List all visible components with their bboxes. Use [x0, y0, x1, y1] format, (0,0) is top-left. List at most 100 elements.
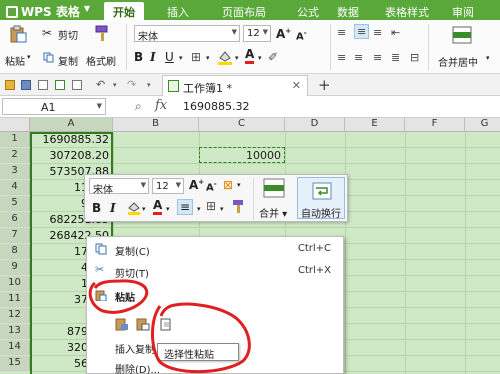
cut-button[interactable]: 剪切 [58, 27, 78, 42]
italic-icon[interactable]: I [150, 50, 156, 64]
cell-c2[interactable]: 10000 [199, 147, 285, 163]
chevron-down-icon[interactable]: ▾ [179, 54, 183, 62]
merge-center-icon[interactable] [263, 178, 285, 198]
select-all-corner[interactable] [0, 118, 30, 132]
align-middle-icon[interactable]: ≡ [354, 24, 370, 39]
formula-input[interactable]: 1690885.32 [183, 100, 249, 113]
bold-icon[interactable]: B [92, 201, 101, 215]
column-header-c[interactable]: C [199, 118, 285, 132]
tab-page-layout[interactable]: 页面布局 [214, 2, 274, 20]
row-header[interactable]: 7 [0, 228, 30, 243]
align-center-icon[interactable]: ≡ [354, 51, 363, 64]
column-header-g[interactable]: G [465, 118, 500, 132]
chevron-down-icon[interactable]: ▾ [206, 54, 210, 62]
chevron-down-icon[interactable]: ▾ [486, 54, 490, 62]
export-pdf-icon[interactable] [55, 80, 65, 90]
borders-icon[interactable]: ⊞ [206, 199, 216, 213]
merge-center-icon[interactable] [452, 26, 472, 44]
row-header[interactable]: 10 [0, 276, 30, 291]
row-header[interactable]: 5 [0, 196, 30, 211]
print-icon[interactable] [38, 80, 48, 90]
paste-special-icon[interactable] [159, 317, 173, 331]
align-top-icon[interactable]: ≡ [337, 26, 346, 39]
font-color-icon[interactable]: A [153, 199, 163, 215]
menu-item-copy[interactable]: 复制(C) Ctrl+C [87, 239, 343, 259]
tab-formulas[interactable]: 公式 [290, 2, 326, 20]
row-header[interactable]: 11 [0, 292, 30, 307]
style-icon[interactable]: ⊠ [223, 178, 233, 192]
row-header[interactable]: 4 [0, 180, 30, 195]
underline-icon[interactable]: U [165, 50, 174, 64]
format-painter-button[interactable]: 格式刷 [86, 53, 116, 68]
row-header[interactable]: 8 [0, 244, 30, 259]
chevron-down-icon[interactable]: ▾ [166, 205, 170, 213]
align-center-icon[interactable]: ≡ [177, 199, 194, 215]
column-header-d[interactable]: D [285, 118, 345, 132]
align-right-icon[interactable]: ≡ [373, 51, 382, 64]
paste-values-icon[interactable] [136, 317, 150, 331]
tab-review[interactable]: 审阅 [446, 2, 480, 20]
paste-icon[interactable] [9, 25, 27, 43]
borders-icon[interactable]: ⊞ [191, 50, 201, 64]
clear-format-icon[interactable]: ✐ [268, 50, 278, 64]
font-size-select[interactable]: 12 ▼ [243, 25, 271, 42]
align-bottom-icon[interactable]: ≡ [373, 26, 382, 39]
chevron-down-icon[interactable]: ▾ [197, 205, 201, 213]
indent-icon[interactable]: ⇤ [391, 26, 400, 39]
column-header-b[interactable]: B [113, 118, 199, 132]
bold-icon[interactable]: B [134, 50, 143, 64]
distributed-icon[interactable]: ⊟ [410, 51, 419, 64]
chevron-down-icon[interactable]: ▾ [258, 54, 262, 62]
fill-color-icon[interactable] [127, 200, 141, 215]
new-tab-icon[interactable]: + [318, 76, 331, 94]
increase-font-icon[interactable]: A+ [276, 27, 291, 41]
save-icon[interactable] [21, 80, 31, 90]
chevron-down-icon[interactable]: ▾ [142, 205, 146, 213]
paste-button[interactable]: 粘贴 [5, 53, 25, 68]
paste-keep-format-icon[interactable] [115, 317, 129, 331]
tab-table-style[interactable]: 表格样式 [378, 2, 436, 20]
decrease-font-icon[interactable]: A- [206, 180, 217, 193]
document-tab[interactable]: 工作簿1 * ✕ [162, 75, 308, 96]
row-header[interactable]: 2 [0, 148, 30, 163]
tab-insert[interactable]: 插入 [160, 2, 196, 20]
copy-icon[interactable] [43, 52, 54, 63]
chevron-down-icon[interactable]: ▾ [27, 53, 31, 61]
open-icon[interactable] [5, 80, 15, 90]
font-name-select[interactable]: 宋体 ▼ [134, 25, 240, 43]
row-header[interactable]: 13 [0, 324, 30, 339]
row-header[interactable]: 15 [0, 356, 30, 371]
menu-item-cut[interactable]: ✂ 剪切(T) Ctrl+X [87, 261, 343, 281]
print-preview-icon[interactable] [72, 80, 82, 90]
row-header[interactable]: 9 [0, 260, 30, 275]
mini-font-name-select[interactable]: 宋体 ▼ [89, 178, 149, 196]
column-header-f[interactable]: F [405, 118, 465, 132]
chevron-down-icon[interactable]: ▾ [113, 81, 117, 89]
menu-item-paste[interactable]: 粘贴 [87, 285, 343, 305]
increase-font-icon[interactable]: A+ [189, 178, 204, 192]
format-painter-icon[interactable] [93, 24, 111, 42]
chevron-down-icon[interactable]: ▾ [147, 81, 151, 89]
chevron-down-icon[interactable]: ▾ [235, 54, 239, 62]
merge-center-button[interactable]: 合并居中 [438, 54, 478, 69]
justify-icon[interactable]: ≣ [391, 51, 400, 64]
row-header[interactable]: 3 [0, 164, 30, 179]
undo-icon[interactable]: ↶ [96, 78, 105, 91]
chevron-down-icon[interactable]: ▾ [220, 205, 224, 213]
italic-icon[interactable]: I [110, 201, 116, 215]
tab-data[interactable]: 数据 [330, 2, 366, 20]
row-header[interactable]: 12 [0, 308, 30, 323]
row-header[interactable]: 6 [0, 212, 30, 227]
column-header-a[interactable]: A [30, 118, 113, 132]
copy-button[interactable]: 复制 [58, 53, 78, 68]
name-box[interactable]: A1 ▼ [2, 98, 106, 115]
column-header-e[interactable]: E [345, 118, 405, 132]
tab-home[interactable]: 开始 [104, 2, 144, 20]
scissors-icon[interactable]: ✂ [42, 26, 52, 40]
insert-function-icon[interactable]: fx [155, 98, 167, 113]
align-left-icon[interactable]: ≡ [337, 51, 346, 64]
row-header[interactable]: 14 [0, 340, 30, 355]
chevron-down-icon[interactable]: ▾ [237, 181, 241, 189]
merge-button[interactable]: 合并 ▾ [259, 205, 287, 220]
auto-wrap-button[interactable]: 自动换行 [297, 177, 345, 220]
